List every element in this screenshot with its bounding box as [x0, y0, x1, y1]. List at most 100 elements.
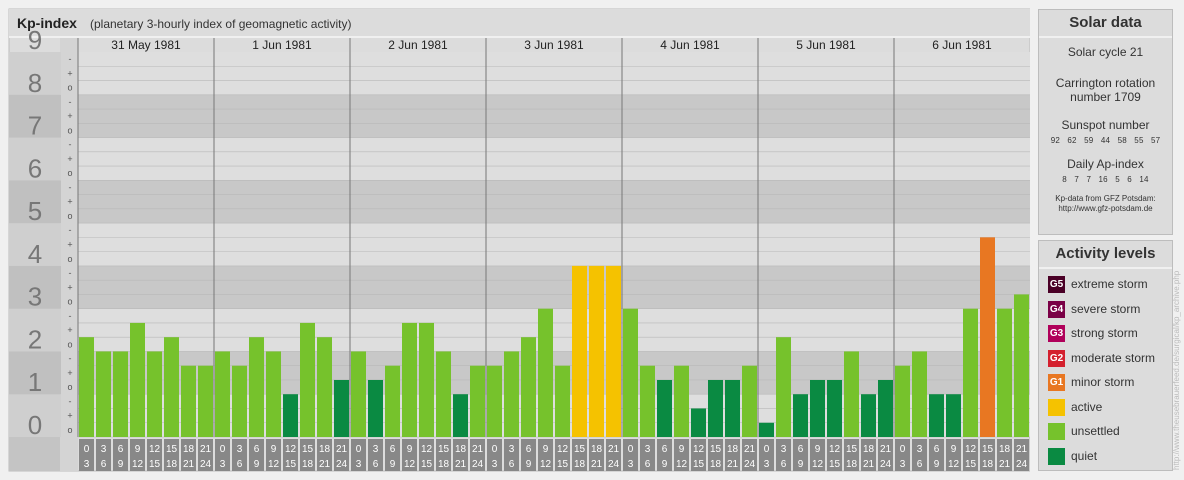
time-end-label: 3 — [356, 459, 362, 470]
minor-tick-label: o — [67, 382, 72, 392]
time-start-label: 21 — [472, 444, 484, 455]
time-end-label: 24 — [880, 459, 892, 470]
kp-band-5 — [78, 180, 1030, 224]
minor-tick-label: - — [69, 54, 72, 64]
side-credit-url: http://www.theusebrauerfeed.de/surgical/… — [1172, 270, 1181, 470]
kp-bar — [402, 322, 417, 437]
time-start-label: 0 — [356, 444, 362, 455]
y-tick-label: 5 — [28, 196, 42, 226]
time-start-label: 12 — [693, 444, 705, 455]
kp-bar — [674, 365, 689, 437]
carrington-line-1: Carrington rotation — [1055, 76, 1156, 90]
kp-bar — [793, 394, 808, 437]
kp-bar — [1014, 294, 1029, 437]
minor-tick-label: o — [67, 254, 72, 264]
solar-cycle: Solar cycle 21 — [1067, 45, 1144, 59]
time-end-label: 9 — [118, 459, 124, 470]
kp-bar — [334, 379, 349, 437]
kp-bar — [232, 365, 247, 437]
kp-bar — [215, 351, 230, 437]
time-end-label: 3 — [764, 459, 770, 470]
legend-item-severe-storm: G4 severe storm — [1039, 297, 1172, 322]
kp-bar — [572, 265, 587, 437]
time-end-label: 12 — [676, 459, 688, 470]
time-start-label: 6 — [254, 444, 260, 455]
time-end-label: 9 — [662, 459, 668, 470]
kp-bar — [759, 422, 774, 437]
minor-tick-label: + — [67, 197, 72, 207]
kp-bar — [810, 379, 825, 437]
minor-tick-label: + — [67, 368, 72, 378]
time-end-label: 3 — [628, 459, 634, 470]
legend-item-extreme-storm: G5 extreme storm — [1039, 272, 1172, 297]
legend-swatch: G4 — [1048, 300, 1065, 318]
time-start-label: 12 — [149, 444, 161, 455]
legend-item-active: active — [1039, 395, 1172, 420]
time-start-label: 18 — [591, 444, 603, 455]
chart-subtitle: (planetary 3-hourly index of geomagnetic… — [90, 17, 351, 31]
legend-item-strong-storm: G3 strong storm — [1039, 321, 1172, 346]
kp-bar — [555, 365, 570, 437]
activity-levels-panel: Activity levels G5 extreme storm G4 seve… — [1038, 240, 1173, 471]
kp-bar — [436, 351, 451, 437]
time-start-label: 3 — [917, 444, 923, 455]
kp-bar — [623, 308, 638, 437]
kp-bar — [130, 322, 145, 437]
kp-bar — [283, 394, 298, 437]
time-end-label: 18 — [982, 459, 994, 470]
time-end-label: 12 — [812, 459, 824, 470]
kp-bar — [963, 308, 978, 437]
minor-tick-label: - — [69, 97, 72, 107]
kp-bar — [827, 379, 842, 437]
kp-bar — [725, 379, 740, 437]
legend-label: unsettled — [1071, 424, 1120, 438]
kp-bar — [691, 408, 706, 437]
time-start-label: 9 — [815, 444, 821, 455]
carrington-line-2: number 1709 — [1070, 90, 1141, 104]
time-end-label: 18 — [438, 459, 450, 470]
time-end-label: 3 — [84, 459, 90, 470]
data-credit-line-1: Kp-data from GFZ Potsdam: — [1055, 194, 1156, 203]
activity-levels-title: Activity levels — [1039, 241, 1172, 269]
time-end-label: 15 — [829, 459, 841, 470]
time-end-label: 24 — [336, 459, 348, 470]
time-end-label: 21 — [319, 459, 331, 470]
y-tick-label: 4 — [28, 239, 42, 269]
kp-bar — [742, 365, 757, 437]
time-end-label: 21 — [863, 459, 875, 470]
time-end-label: 3 — [492, 459, 498, 470]
legend-swatch — [1048, 447, 1065, 465]
legend-label: active — [1071, 399, 1103, 414]
ap-index-values: 8 7 7 16 5 6 14 — [1062, 175, 1149, 184]
time-start-label: 9 — [543, 444, 549, 455]
time-start-label: 6 — [118, 444, 124, 455]
minor-tick-label: o — [67, 83, 72, 93]
time-end-label: 21 — [591, 459, 603, 470]
time-start-label: 21 — [608, 444, 620, 455]
time-end-label: 9 — [798, 459, 804, 470]
time-end-label: 12 — [268, 459, 280, 470]
minor-tick-label: + — [67, 68, 72, 78]
time-start-label: 6 — [526, 444, 532, 455]
kp-bar — [708, 379, 723, 437]
kp-bar — [266, 351, 281, 437]
sunspot-values: 92 62 59 44 58 55 57 — [1050, 136, 1161, 145]
time-start-label: 9 — [407, 444, 413, 455]
time-end-label: 18 — [302, 459, 314, 470]
chart-title: Kp-index — [17, 15, 77, 31]
time-end-label: 3 — [900, 459, 906, 470]
time-start-label: 15 — [846, 444, 858, 455]
kp-bar — [861, 394, 876, 437]
time-start-label: 21 — [200, 444, 212, 455]
time-start-label: 15 — [166, 444, 178, 455]
kp-bar — [521, 337, 536, 437]
time-end-label: 15 — [557, 459, 569, 470]
time-start-label: 18 — [863, 444, 875, 455]
legend-label: strong storm — [1071, 326, 1138, 340]
minor-tick-label: o — [67, 339, 72, 349]
time-start-label: 3 — [373, 444, 379, 455]
time-end-label: 21 — [183, 459, 195, 470]
time-end-label: 6 — [373, 459, 379, 470]
time-start-label: 0 — [84, 444, 90, 455]
legend-label: quiet — [1071, 448, 1098, 463]
